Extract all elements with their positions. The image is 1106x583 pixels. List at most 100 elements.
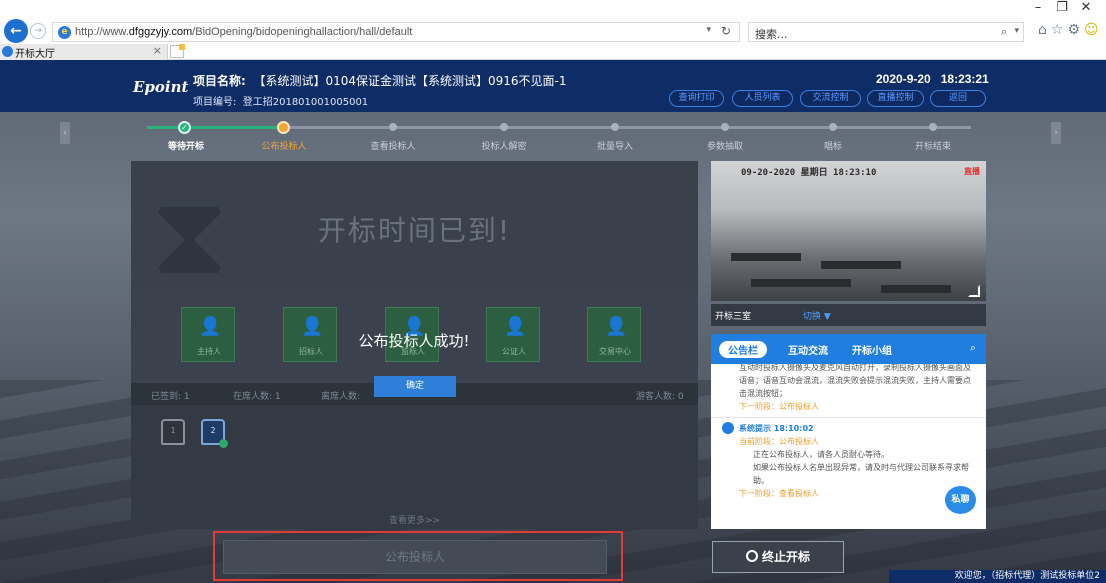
favorites-star-icon[interactable]: ☆ bbox=[1051, 22, 1068, 38]
notice-search-icon[interactable]: ⌕ bbox=[970, 341, 976, 355]
trading-center-icon: 👤 bbox=[605, 316, 628, 337]
return-button[interactable]: 返回 bbox=[930, 90, 986, 107]
private-chat-button[interactable]: 私聊 bbox=[945, 486, 976, 514]
ie-page-icon: e bbox=[58, 26, 71, 39]
role-notary[interactable]: 👤 公证人 bbox=[486, 307, 540, 362]
guest-count: 游客人数: 0 bbox=[636, 392, 684, 402]
back-arrow-icon[interactable]: ← bbox=[4, 19, 28, 43]
url-text[interactable]: http://www.dfggzyjy.com/BidOpening/bidop… bbox=[75, 26, 412, 38]
present-count: 在席人数: 1 bbox=[233, 392, 281, 402]
notice-tabs: 公告栏 互动交流 开标小组 ⌕ bbox=[711, 334, 986, 364]
step-label: 投标人解密 bbox=[481, 142, 527, 152]
settings-gear-icon[interactable]: ⚙ bbox=[1067, 22, 1084, 38]
tab-close-icon[interactable]: × bbox=[153, 44, 162, 57]
role-host[interactable]: 👤 主持人 bbox=[181, 307, 235, 362]
project-number: 项目编号: 登工招201801001005001 bbox=[193, 97, 369, 108]
step-dot-publish bbox=[277, 121, 290, 134]
seat-area: 1 2 查看更多>> bbox=[131, 405, 698, 527]
success-dialog: 公布投标人成功! 确定 bbox=[341, 330, 487, 398]
staff-list-button[interactable]: 人员列表 bbox=[732, 90, 793, 107]
system-tip-title: 系统提示 18:10:02 bbox=[722, 422, 978, 435]
project-name: 项目名称: 【系统测试】0104保证金测试【系统测试】0916不见面-1 bbox=[193, 74, 567, 88]
search-icon[interactable]: ⌕ bbox=[1001, 25, 1007, 39]
minimize-icon[interactable]: – bbox=[1026, 0, 1050, 15]
video-desk bbox=[731, 253, 801, 261]
chat-control-button[interactable]: 交流控制 bbox=[800, 90, 861, 107]
new-tab-icon[interactable] bbox=[170, 44, 185, 58]
search-dropdown-icon[interactable]: ▾ bbox=[1014, 26, 1019, 36]
steps-next-arrow[interactable]: › bbox=[1051, 122, 1061, 144]
seat[interactable]: 2 bbox=[201, 419, 228, 448]
progress-done bbox=[147, 126, 283, 129]
step-dot-end bbox=[929, 123, 937, 131]
close-icon[interactable]: ✕ bbox=[1074, 0, 1098, 15]
query-print-button[interactable]: 查询打印 bbox=[669, 90, 724, 107]
notice-line: 正在公布投标人，请各人员耐心等待。 bbox=[753, 450, 889, 459]
home-icon[interactable]: ⌂ bbox=[1038, 22, 1051, 38]
bid-opening-hall: Epoint 项目名称: 【系统测试】0104保证金测试【系统测试】0916不见… bbox=[0, 60, 1106, 583]
view-more-link[interactable]: 查看更多>> bbox=[131, 513, 698, 526]
epoint-logo: Epoint bbox=[133, 78, 189, 96]
step-dot-import bbox=[611, 123, 619, 131]
browser-tab[interactable]: 开标大厅 × bbox=[0, 44, 168, 60]
step-label: 唱标 bbox=[823, 142, 843, 152]
tab-ie-icon bbox=[2, 46, 13, 57]
welcome-text: 欢迎您，（招标代理）测试投标单位2 bbox=[889, 570, 1106, 583]
room-switch-dropdown[interactable]: 切换 ▼ bbox=[803, 309, 831, 322]
checked-icon bbox=[219, 439, 228, 448]
step-label: 等待开标 bbox=[167, 142, 205, 152]
seat[interactable]: 1 bbox=[161, 419, 185, 445]
dialog-ok-button[interactable]: 确定 bbox=[374, 376, 456, 397]
notice-next-stage: 下一阶段：公布投标人 bbox=[739, 402, 819, 411]
fullscreen-icon[interactable] bbox=[968, 285, 980, 297]
role-trading-center[interactable]: 👤 交易中心 bbox=[587, 307, 641, 362]
highlight-box bbox=[213, 531, 623, 581]
steps-prev-arrow[interactable]: ‹ bbox=[60, 122, 70, 144]
system-avatar-icon bbox=[722, 422, 734, 434]
page-header: Epoint 项目名称: 【系统测试】0104保证金测试【系统测试】0916不见… bbox=[0, 60, 1106, 112]
tab-bulletin[interactable]: 公告栏 bbox=[719, 341, 767, 358]
tab-strip: 开标大厅 × bbox=[0, 44, 1106, 60]
step-dot-extract bbox=[721, 123, 729, 131]
notice-prev-text: 互动时投标人摄像头及麦克风自动打开，录制投标人摄像头画面及语音；语音互动会混流，… bbox=[739, 364, 971, 398]
tenderer-icon: 👤 bbox=[301, 316, 324, 337]
notice-current-stage: 当前阶段：公布投标人 bbox=[739, 437, 819, 446]
step-dot-decrypt bbox=[500, 123, 508, 131]
tab-opening-group[interactable]: 开标小组 bbox=[852, 342, 892, 357]
step-dot-view bbox=[389, 123, 397, 131]
address-dropdown-icon[interactable]: ▾ bbox=[706, 25, 711, 35]
video-desk bbox=[821, 261, 901, 269]
notary-icon: 👤 bbox=[504, 316, 527, 337]
video-desk bbox=[881, 285, 951, 293]
live-badge: 直播 bbox=[964, 167, 980, 176]
step-label: 查看投标人 bbox=[370, 142, 416, 152]
address-bar[interactable]: e http://www.dfggzyjy.com/BidOpening/bid… bbox=[52, 22, 740, 42]
room-bar: 开标三室 切换 ▼ bbox=[711, 304, 986, 326]
feedback-smiley-icon[interactable]: ☺ bbox=[1084, 22, 1103, 38]
role-tenderer[interactable]: 👤 招标人 bbox=[283, 307, 337, 362]
live-video[interactable]: 09-20-2020 星期日 18:23:10 直播 bbox=[711, 161, 986, 301]
search-input[interactable]: 搜索... ⌕ ▾ bbox=[748, 22, 1024, 42]
step-dot-sing bbox=[829, 123, 837, 131]
window-controls: – ❐ ✕ bbox=[1026, 0, 1098, 15]
step-label: 批量导入 bbox=[596, 142, 634, 152]
video-timestamp: 09-20-2020 星期日 18:23:10 bbox=[741, 168, 877, 178]
step-label: 开标结束 bbox=[914, 142, 952, 152]
notice-line: 如果公布投标人名单出现异常，请及时与代理公司联系寻求帮助。 bbox=[753, 463, 969, 485]
host-icon: 👤 bbox=[199, 316, 222, 337]
live-control-button[interactable]: 直播控制 bbox=[867, 90, 924, 107]
signed-count: 已签到: 1 bbox=[151, 392, 190, 402]
refresh-icon[interactable]: ↻ bbox=[721, 24, 731, 38]
stop-opening-button[interactable]: 终止开标 bbox=[712, 541, 844, 573]
forward-arrow-icon[interactable]: → bbox=[30, 23, 46, 39]
current-datetime: 2020-9-20 18:23:21 bbox=[876, 72, 989, 86]
tab-interaction[interactable]: 互动交流 bbox=[788, 342, 828, 357]
restore-icon[interactable]: ❐ bbox=[1050, 0, 1074, 15]
step-label: 公布投标人 bbox=[261, 142, 307, 152]
video-desk bbox=[751, 279, 851, 287]
browser-toolbar: ← → e http://www.dfggzyjy.com/BidOpening… bbox=[0, 0, 1106, 44]
step-dot-wait: ✓ bbox=[178, 121, 191, 134]
notice-divider bbox=[711, 417, 986, 418]
stop-icon bbox=[745, 550, 758, 562]
dialog-message: 公布投标人成功! bbox=[358, 332, 470, 350]
